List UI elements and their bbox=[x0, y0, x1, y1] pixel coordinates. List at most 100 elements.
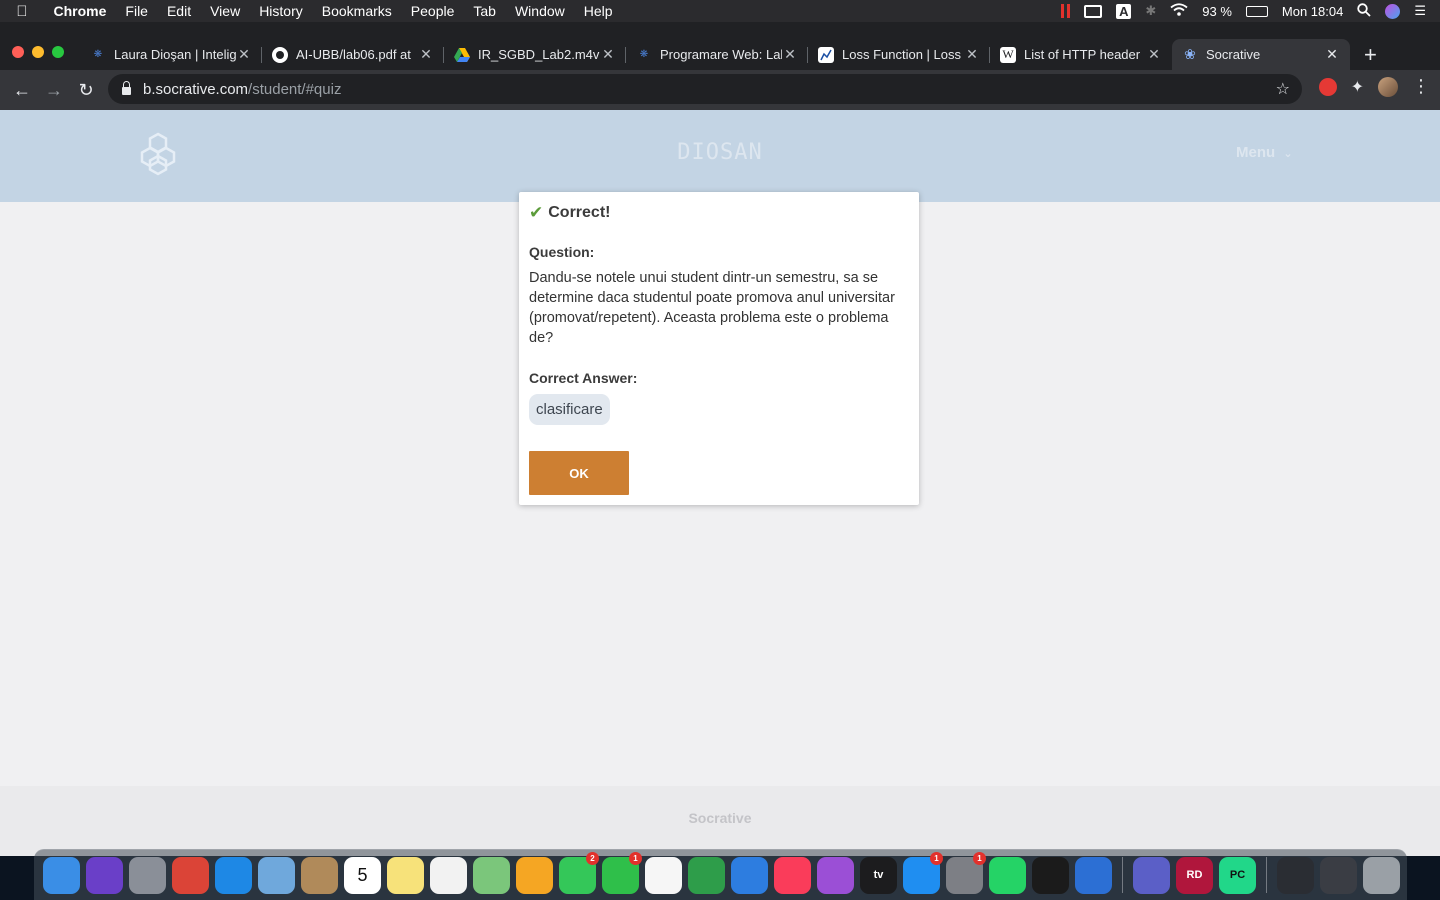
new-tab-button[interactable]: + bbox=[1364, 39, 1377, 72]
menu-help[interactable]: Help bbox=[574, 3, 622, 19]
apple-menu-icon[interactable]:  bbox=[0, 3, 44, 20]
address-bar[interactable]: b.socrative.com/student/#quiz ☆ bbox=[108, 74, 1302, 104]
siri-icon[interactable] bbox=[86, 856, 123, 894]
menu-window[interactable]: Window bbox=[505, 3, 574, 19]
siri-menu-icon[interactable] bbox=[1385, 3, 1401, 19]
finder-icon[interactable] bbox=[43, 856, 80, 894]
chrome-menu-icon[interactable]: ⋮ bbox=[1412, 76, 1430, 97]
tab-programare-web[interactable]: ❋ Programare Web: Lal ✕ bbox=[626, 39, 808, 70]
terminal-icon[interactable] bbox=[1032, 856, 1069, 894]
menu-edit[interactable]: Edit bbox=[157, 3, 200, 19]
tab-http-headers[interactable]: W List of HTTP header ✕ bbox=[990, 39, 1172, 70]
page-footer: Socrative bbox=[0, 786, 1440, 856]
reminders-icon[interactable] bbox=[430, 856, 467, 894]
checkmark-icon: ✔ bbox=[529, 203, 544, 222]
keynote-icon[interactable] bbox=[731, 856, 768, 894]
tab-ai-ubb-lab06[interactable]: AI-UBB/lab06.pdf at ✕ bbox=[262, 39, 444, 70]
correct-answer-label: Correct Answer: bbox=[529, 370, 638, 386]
zoom-window-button[interactable] bbox=[52, 46, 64, 58]
close-tab-icon[interactable]: ✕ bbox=[600, 46, 616, 63]
result-status: ✔ Correct! bbox=[529, 202, 909, 224]
menu-app-name[interactable]: Chrome bbox=[44, 3, 116, 19]
safari-icon[interactable] bbox=[215, 856, 252, 894]
launchpad-icon[interactable] bbox=[129, 856, 166, 894]
rider-icon[interactable]: RD bbox=[1176, 856, 1213, 894]
app-store-icon[interactable]: 1 bbox=[903, 851, 943, 894]
contacts-icon[interactable] bbox=[301, 856, 338, 894]
bluetooth-icon[interactable]: ✱ bbox=[1145, 3, 1156, 19]
trash-icon[interactable] bbox=[1363, 856, 1400, 894]
close-tab-icon[interactable]: ✕ bbox=[1324, 46, 1340, 63]
window-thumbnail-icon[interactable] bbox=[1320, 856, 1357, 894]
close-tab-icon[interactable]: ✕ bbox=[1146, 46, 1162, 63]
tab-laura-diosan[interactable]: ❋ Laura Dioşan | Intelig ✕ bbox=[80, 39, 262, 70]
music-icon[interactable] bbox=[774, 856, 811, 894]
page-header: DIOSAN Menu ⌄ bbox=[0, 110, 1440, 202]
dock-icon-label: tv bbox=[873, 869, 884, 881]
tab-ir-sgbd-lab2[interactable]: IR_SGBD_Lab2.m4v ✕ bbox=[444, 39, 626, 70]
podcasts-icon[interactable] bbox=[817, 856, 854, 894]
whatsapp-icon[interactable] bbox=[989, 856, 1026, 894]
tab-loss-function[interactable]: Loss Function | Loss ✕ bbox=[808, 39, 990, 70]
maps-icon[interactable] bbox=[473, 856, 510, 894]
tab-socrative[interactable]: ❀ Socrative ✕ bbox=[1172, 39, 1350, 70]
parallels-icon[interactable] bbox=[1075, 856, 1112, 894]
battery-percentage[interactable]: 93 % bbox=[1202, 4, 1232, 19]
screen-thumbnail-icon[interactable] bbox=[1277, 856, 1314, 894]
system-preferences-icon[interactable]: 1 bbox=[946, 851, 986, 894]
close-tab-icon[interactable]: ✕ bbox=[418, 46, 434, 63]
reload-icon[interactable]: ↻ bbox=[70, 80, 102, 101]
teams-icon[interactable] bbox=[1133, 856, 1170, 894]
tab-strip: ❋ Laura Dioşan | Intelig ✕ AI-UBB/lab06.… bbox=[0, 22, 1440, 70]
control-center-icon[interactable]: ☰ bbox=[1414, 3, 1426, 19]
screen-recording-icon[interactable] bbox=[1061, 4, 1071, 18]
menu-file[interactable]: File bbox=[116, 3, 158, 19]
menu-button[interactable]: Menu ⌄ bbox=[1236, 144, 1293, 161]
menu-label: Menu bbox=[1236, 144, 1276, 161]
messages-icon[interactable]: 2 bbox=[559, 851, 599, 894]
socrative-page: DIOSAN Menu ⌄ Socrative ✔ Correct! Quest… bbox=[0, 110, 1440, 856]
numbers-icon[interactable] bbox=[688, 856, 725, 894]
photos-icon[interactable] bbox=[516, 856, 553, 894]
dock-icon-label: 5 bbox=[357, 864, 368, 885]
forward-icon[interactable]: → bbox=[38, 80, 70, 101]
menu-history[interactable]: History bbox=[250, 3, 313, 19]
spotlight-search-icon[interactable] bbox=[1357, 2, 1371, 20]
question-text: Dandu-se notele unui student dintr-un se… bbox=[529, 270, 895, 346]
menu-clock[interactable]: Mon 18:04 bbox=[1282, 4, 1343, 19]
chrome-icon[interactable] bbox=[172, 856, 209, 894]
close-tab-icon[interactable]: ✕ bbox=[782, 46, 798, 63]
airplay-icon[interactable] bbox=[1084, 4, 1103, 18]
input-source-icon[interactable]: A bbox=[1116, 3, 1132, 19]
tab-title: List of HTTP header bbox=[1024, 47, 1141, 62]
close-tab-icon[interactable]: ✕ bbox=[236, 46, 252, 63]
apple-tv-icon[interactable]: tv bbox=[860, 856, 897, 894]
menu-bookmarks[interactable]: Bookmarks bbox=[312, 3, 401, 19]
pycharm-icon[interactable]: PC bbox=[1219, 856, 1256, 894]
minimize-window-button[interactable] bbox=[32, 46, 44, 58]
lock-icon[interactable] bbox=[122, 81, 131, 95]
browser-toolbar: ← → ↻ b.socrative.com/student/#quiz ☆ ✦ … bbox=[0, 70, 1440, 110]
notification-badge: 1 bbox=[629, 851, 642, 865]
google-drive-icon bbox=[454, 47, 470, 63]
extensions-puzzle-icon[interactable]: ✦ bbox=[1351, 77, 1364, 97]
menu-tab[interactable]: Tab bbox=[464, 3, 506, 19]
profile-avatar[interactable] bbox=[1378, 76, 1398, 97]
wifi-icon[interactable] bbox=[1170, 3, 1188, 19]
notes-icon[interactable] bbox=[387, 856, 424, 894]
menu-people[interactable]: People bbox=[401, 3, 464, 19]
freeform-icon[interactable] bbox=[645, 856, 682, 894]
adblock-extension-icon[interactable] bbox=[1318, 77, 1337, 96]
preview-icon[interactable] bbox=[258, 856, 295, 894]
ok-button[interactable]: OK bbox=[529, 451, 629, 495]
calendar-icon[interactable]: 5 bbox=[344, 856, 381, 894]
menu-view[interactable]: View bbox=[201, 3, 250, 19]
wikipedia-icon: W bbox=[1000, 46, 1016, 63]
bookmark-star-icon[interactable]: ☆ bbox=[1276, 79, 1290, 99]
tab-title: Laura Dioşan | Intelig bbox=[114, 47, 236, 62]
facetime-icon[interactable]: 1 bbox=[602, 851, 642, 894]
close-tab-icon[interactable]: ✕ bbox=[964, 46, 980, 63]
close-window-button[interactable] bbox=[12, 46, 24, 58]
battery-icon[interactable] bbox=[1245, 5, 1268, 17]
back-icon[interactable]: ← bbox=[6, 80, 38, 101]
